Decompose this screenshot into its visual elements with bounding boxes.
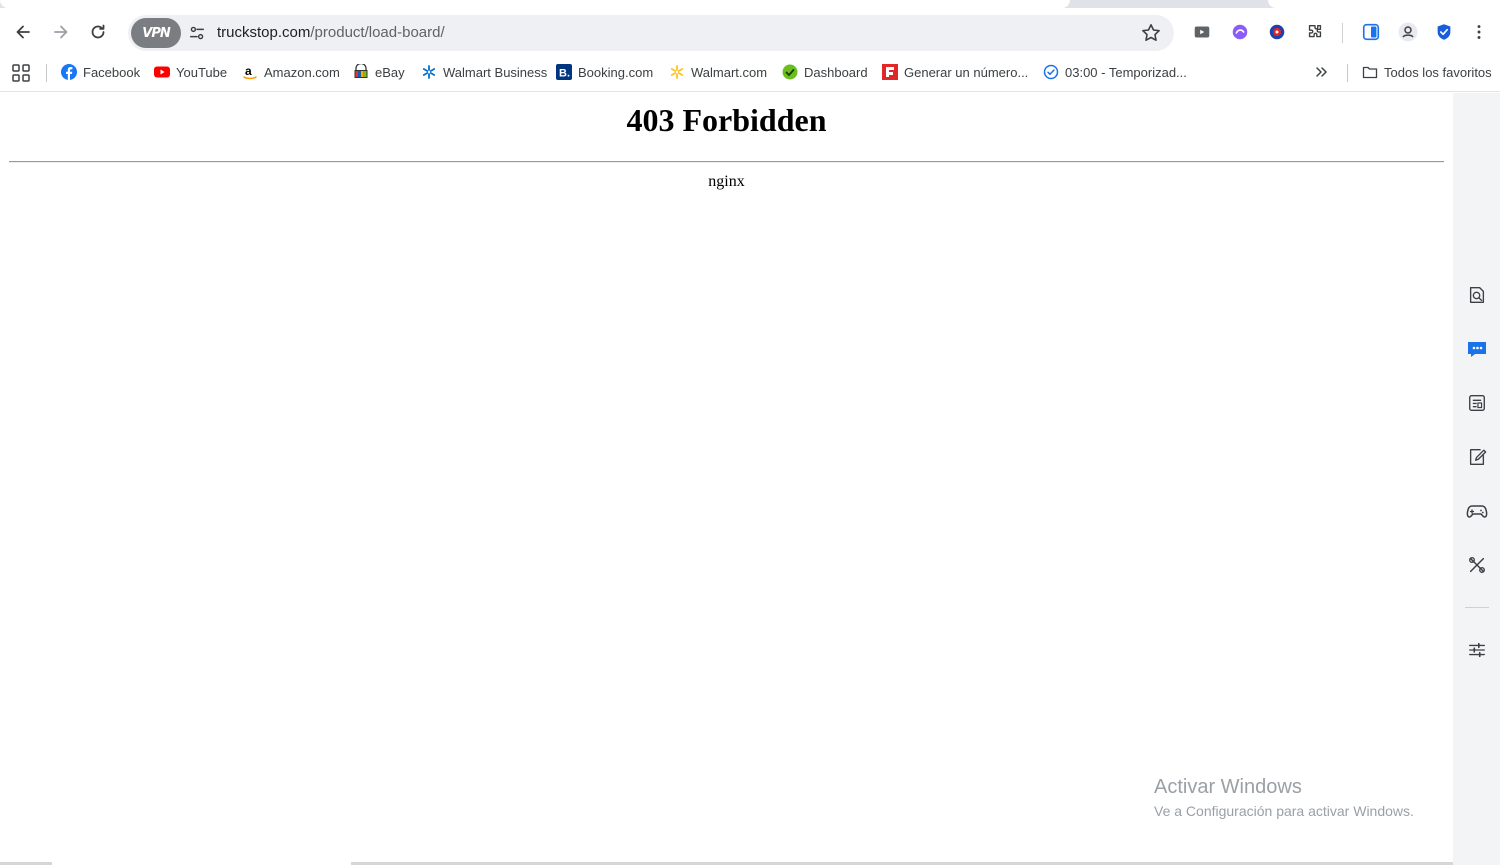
bookmarks-overflow-button[interactable] [1312, 62, 1332, 82]
shield-extension-icon[interactable] [1266, 21, 1288, 43]
amazon-icon: a [242, 64, 258, 80]
side-panel-divider [1465, 607, 1489, 608]
walmart-icon [669, 64, 685, 80]
extensions-puzzle-icon[interactable] [1304, 21, 1326, 43]
flipboard-icon [882, 64, 898, 80]
bookmark-facebook[interactable]: Facebook [61, 62, 140, 82]
active-tab[interactable] [0, 0, 1070, 8]
bookmarks-bar: Facebook YouTube a Amazon.com eBay Walma… [0, 54, 1500, 92]
side-panel [1453, 93, 1500, 865]
site-info-button[interactable] [186, 22, 208, 44]
tune-icon [189, 26, 205, 40]
booking-icon: B. [556, 64, 572, 80]
chat-icon[interactable] [1466, 338, 1488, 360]
back-arrow-icon [16, 25, 30, 39]
dashboard-icon [782, 64, 798, 80]
media-extension-icon[interactable] [1191, 21, 1213, 43]
bookmark-youtube[interactable]: YouTube [154, 62, 227, 82]
page-content: 403 Forbidden nginx [0, 93, 1453, 865]
reload-button[interactable] [84, 18, 112, 46]
reload-icon [91, 24, 105, 39]
bookmark-star-icon[interactable] [1140, 22, 1162, 44]
all-bookmarks-folder[interactable]: Todos los favoritos [1362, 62, 1492, 82]
separator-rule [9, 161, 1444, 163]
bookmark-generar-numero[interactable]: Generar un número... [882, 62, 1028, 82]
vpn-label: VPN [142, 25, 170, 41]
toolbar-divider [1342, 23, 1343, 43]
svg-text:B.: B. [559, 68, 570, 80]
forward-arrow-icon [54, 25, 68, 39]
bookmark-label: Amazon.com [264, 64, 340, 80]
browser-menu-icon[interactable] [1468, 21, 1490, 43]
bookmark-label: Generar un número... [904, 64, 1029, 80]
customize-icon[interactable] [1466, 639, 1488, 661]
forward-button[interactable] [47, 18, 75, 46]
bookmark-timer[interactable]: 03:00 - Temporizad... [1043, 62, 1187, 82]
activation-watermark-title: Activar Windows [1154, 776, 1302, 798]
bookmark-ebay[interactable]: eBay [353, 62, 405, 82]
walmart-business-icon [421, 64, 437, 80]
page-heading: 403 Forbidden [626, 102, 827, 138]
url-path: /product/load-board/ [310, 24, 445, 41]
bookmark-dashboard[interactable]: Dashboard [782, 62, 868, 82]
bookmark-walmart-business[interactable]: Walmart Business [421, 62, 547, 82]
purple-extension-icon[interactable] [1229, 21, 1251, 43]
search-page-icon[interactable] [1466, 284, 1488, 306]
bitwarden-shield-icon[interactable] [1433, 21, 1455, 43]
side-panel-toggle-icon[interactable] [1360, 21, 1382, 43]
profile-avatar-icon[interactable] [1397, 21, 1419, 43]
svg-text:a: a [245, 64, 252, 78]
bookmarks-divider [1347, 64, 1348, 82]
bookmark-walmart[interactable]: Walmart.com [669, 62, 767, 82]
folder-icon [1362, 64, 1378, 80]
browser-toolbar: VPN truckstop.com/product/load-board/ [0, 8, 1500, 54]
facebook-icon [61, 64, 77, 80]
timer-icon [1043, 64, 1059, 80]
back-button[interactable] [9, 18, 37, 46]
vpn-button[interactable]: VPN [131, 18, 181, 48]
bookmark-label: 03:00 - Temporizad... [1065, 64, 1187, 80]
bookmark-label: Walmart.com [691, 64, 768, 80]
double-chevron-right-icon [1316, 67, 1327, 77]
tools-icon[interactable] [1466, 554, 1488, 576]
activation-watermark-subtitle: Ve a Configuración para activar Windows. [1154, 803, 1414, 819]
reading-list-icon[interactable] [1466, 392, 1488, 414]
bookmark-label: Walmart Business [443, 64, 548, 80]
bookmark-label: Dashboard [804, 64, 868, 80]
bookmarks-divider [46, 64, 47, 82]
all-bookmarks-label: Todos los favoritos [1384, 64, 1492, 80]
server-signature: nginx [708, 173, 745, 190]
games-icon[interactable] [1466, 500, 1488, 522]
bookmark-amazon[interactable]: a Amazon.com [242, 62, 340, 82]
apps-grid-icon[interactable] [12, 64, 30, 82]
notes-icon[interactable] [1466, 446, 1488, 468]
url-text[interactable]: truckstop.com/product/load-board/ [217, 24, 445, 41]
bookmark-booking[interactable]: B. Booking.com [556, 62, 653, 82]
youtube-icon [154, 64, 170, 80]
bookmark-label: Facebook [83, 64, 141, 80]
other-tab[interactable] [1268, 0, 1500, 8]
bookmark-label: eBay [375, 64, 405, 80]
bookmark-label: YouTube [176, 64, 228, 80]
ebay-icon [353, 64, 369, 80]
url-host: truckstop.com [217, 24, 311, 41]
address-bar[interactable]: VPN truckstop.com/product/load-board/ [128, 15, 1174, 51]
bookmark-label: Booking.com [578, 64, 654, 80]
